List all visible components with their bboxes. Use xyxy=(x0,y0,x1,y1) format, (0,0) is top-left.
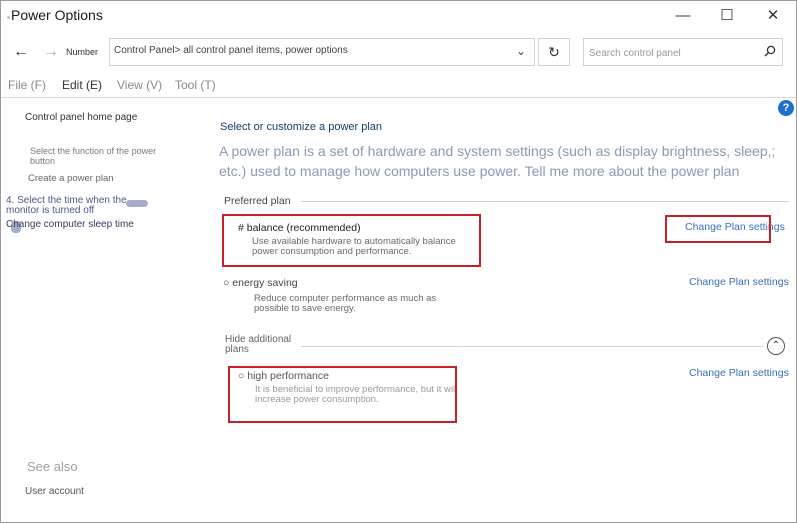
menu-view[interactable]: View (V) xyxy=(117,78,162,92)
refresh-button[interactable]: ↻ xyxy=(538,38,570,66)
change-plan-energy-saving-link[interactable]: Change Plan settings xyxy=(689,276,789,288)
section-divider xyxy=(301,346,763,347)
sleep-time-link[interactable]: Change computer sleep time xyxy=(6,219,136,230)
power-options-window: ▪ Power Options — ☐ ✕ ← → Number Control… xyxy=(0,0,797,523)
highlight-box xyxy=(665,215,771,243)
search-input[interactable] xyxy=(587,43,761,63)
menu-tool[interactable]: Tool (T) xyxy=(175,78,216,92)
plan-energy-saving-radio[interactable]: ○ energy saving xyxy=(223,277,298,289)
maximize-button[interactable]: ☐ xyxy=(712,5,742,27)
search-box[interactable] xyxy=(583,38,783,66)
forward-button[interactable]: → xyxy=(43,43,59,61)
hide-additional-plans-label[interactable]: Hide additional plans xyxy=(225,335,305,355)
menu-file[interactable]: File (F) xyxy=(8,78,46,92)
highlight-box xyxy=(228,366,457,423)
close-button[interactable]: ✕ xyxy=(758,5,788,27)
menu-edit[interactable]: Edit (E) xyxy=(62,78,102,92)
section-divider xyxy=(301,201,789,202)
change-plan-high-performance-link[interactable]: Change Plan settings xyxy=(689,367,789,379)
see-also-heading: See also xyxy=(27,459,78,474)
window-title: Power Options xyxy=(11,7,103,23)
control-panel-home-link[interactable]: Control panel home page xyxy=(25,113,137,123)
cursor-smudge xyxy=(126,200,148,207)
menu-divider xyxy=(1,97,796,98)
plan-energy-saving-desc: Reduce computer performance as much as p… xyxy=(254,293,437,314)
display-off-time-link[interactable]: 4. Select the time when the monitor is t… xyxy=(6,196,146,216)
app-icon: ▪ xyxy=(7,13,10,22)
page-heading: Select or customize a power plan xyxy=(220,121,383,133)
user-account-link[interactable]: User account xyxy=(25,487,84,497)
highlight-box xyxy=(222,214,481,267)
back-button[interactable]: ← xyxy=(13,43,29,61)
address-text: Control Panel> all control panel items, … xyxy=(114,45,348,56)
address-bar[interactable]: Control Panel> all control panel items, … xyxy=(109,38,535,66)
number-label: Number xyxy=(66,47,99,57)
chevron-down-icon[interactable]: ⌄ xyxy=(516,44,526,58)
search-icon[interactable] xyxy=(764,45,776,60)
power-button-function-link[interactable]: Select the function of the power button xyxy=(30,146,160,166)
preferred-plan-label: Preferred plan xyxy=(224,195,291,207)
create-power-plan-link[interactable]: Create a power plan xyxy=(28,174,114,184)
intro-text: A power plan is a set of hardware and sy… xyxy=(219,143,776,179)
help-icon[interactable]: ? xyxy=(778,100,794,116)
collapse-icon[interactable]: ⌃ xyxy=(767,337,785,355)
minimize-button[interactable]: — xyxy=(668,5,698,27)
